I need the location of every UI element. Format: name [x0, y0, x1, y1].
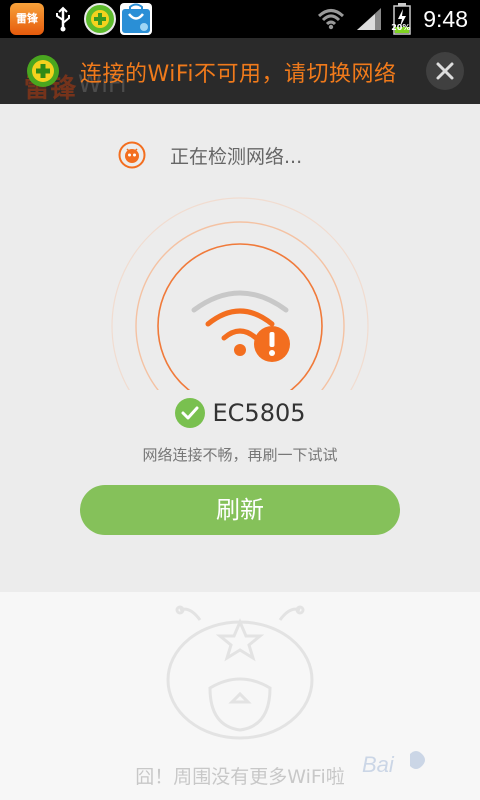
clock: 9:48	[423, 5, 468, 32]
battery-percent: 20%	[391, 23, 411, 32]
leifeng-wifi-icon: 雷锋	[10, 3, 44, 35]
wifi-warning-icon	[191, 290, 290, 362]
banner-message: 连接的WiFi不可用，请切换网络	[80, 62, 397, 87]
close-icon	[436, 62, 454, 80]
screen: 雷锋 20% 9:48 雷锋 WiFi 连接的WiFi不可用，请切换网络 正在检…	[0, 0, 480, 800]
app-store-bag-icon	[120, 3, 152, 35]
detection-panel: 正在检测网络... EC5805 网络连接不畅，再刷一下试试 刷新	[0, 104, 480, 592]
status-bar: 雷锋 20% 9:48	[0, 0, 480, 38]
watermark-text: Bai	[362, 752, 395, 777]
usb-icon	[52, 6, 74, 32]
cell-signal-icon	[357, 8, 382, 30]
refresh-button[interactable]: 刷新	[80, 485, 400, 535]
detection-status-text: 正在检测网络...	[170, 145, 303, 168]
network-warning-banner: 雷锋 WiFi 连接的WiFi不可用，请切换网络	[0, 38, 480, 104]
wifi-signal-icon	[318, 9, 345, 30]
scanning-mascot-icon	[118, 141, 146, 169]
360-security-icon	[84, 3, 116, 35]
connection-hint: 网络连接不畅，再刷一下试试	[142, 446, 338, 464]
baidu-watermark: Bai	[362, 744, 462, 784]
mascot-illustration	[166, 605, 314, 740]
battery-icon: 20%	[391, 3, 411, 35]
status-indicators: 20% 9:48	[317, 0, 468, 38]
wifi-ssid: EC5805	[212, 399, 306, 427]
check-circle-icon	[174, 398, 205, 428]
360-security-icon	[27, 55, 59, 87]
detection-status: 正在检测网络...	[118, 140, 302, 170]
ssid-row: EC5805	[0, 398, 480, 428]
close-button[interactable]	[426, 52, 464, 90]
